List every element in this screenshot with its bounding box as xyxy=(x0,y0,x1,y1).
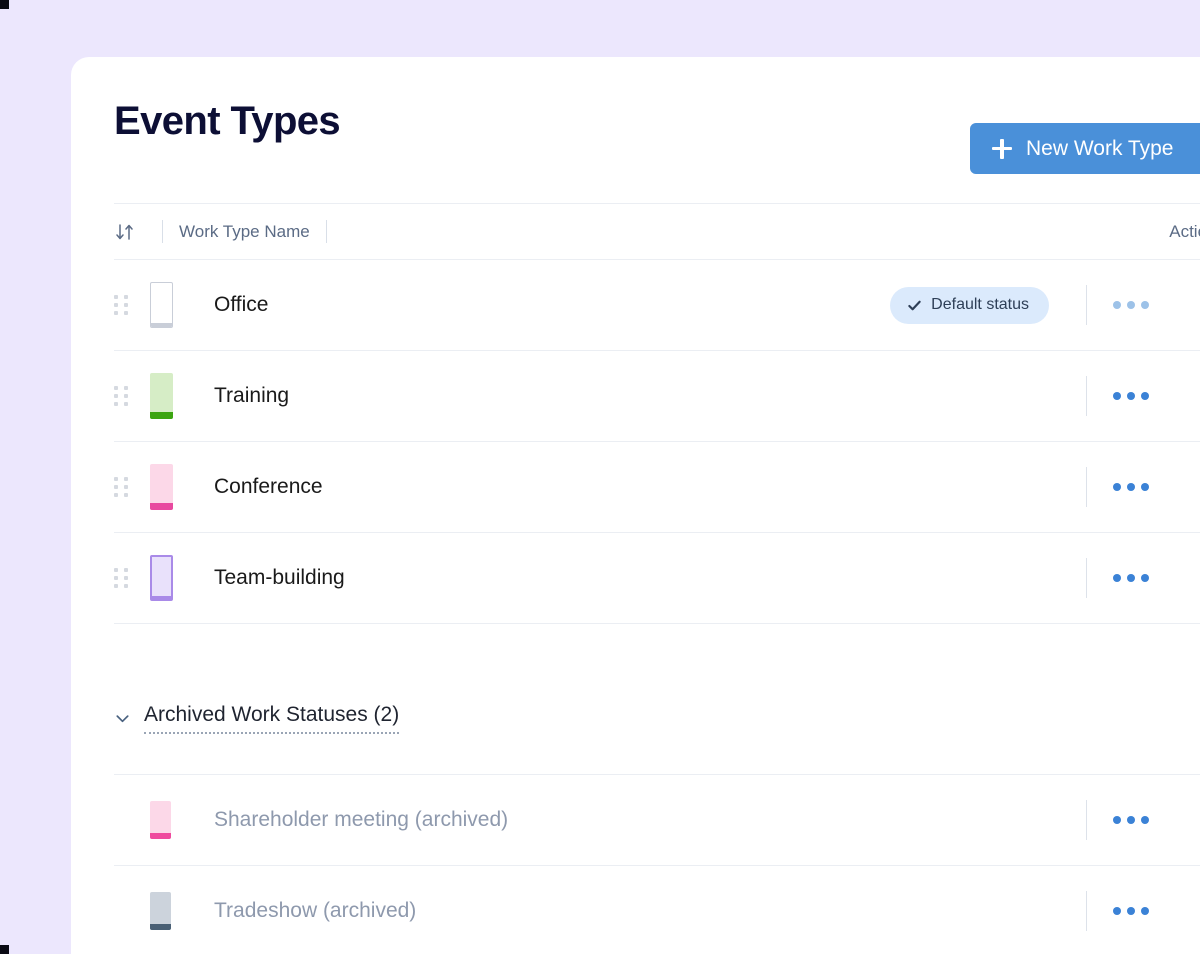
table-row[interactable]: Conference xyxy=(71,442,1200,532)
new-work-type-button-label: New Work Type xyxy=(1026,137,1174,160)
column-header-actions: Actions xyxy=(1169,221,1200,241)
new-work-type-button[interactable]: New Work Type xyxy=(970,123,1200,174)
drag-handle[interactable] xyxy=(114,477,150,497)
work-type-name: Conference xyxy=(214,475,323,498)
sort-icon xyxy=(116,223,133,240)
header-divider-2 xyxy=(325,220,327,243)
color-swatch-cell xyxy=(150,464,214,510)
color-swatch-cell xyxy=(150,801,214,839)
actions-cell xyxy=(1086,891,1200,931)
color-swatch-cell xyxy=(150,555,214,601)
color-swatch-cell xyxy=(150,892,214,930)
actions-cell xyxy=(1086,800,1200,840)
status-badge: Default status xyxy=(890,286,1049,324)
page-title: Event Types xyxy=(114,99,341,143)
work-type-name: Tradeshow (archived) xyxy=(214,899,417,922)
color-swatch-cell xyxy=(150,282,214,328)
actions-cell xyxy=(1086,376,1200,416)
actions-divider xyxy=(1086,376,1087,416)
table-row[interactable]: Tradeshow (archived) xyxy=(71,866,1200,954)
row-actions-button[interactable] xyxy=(1113,568,1149,588)
row-actions-button[interactable] xyxy=(1113,901,1149,921)
color-swatch xyxy=(150,555,173,601)
event-types-card: Event Types New Work Type Work Type Name xyxy=(71,57,1200,954)
actions-divider xyxy=(1086,891,1087,931)
actions-divider xyxy=(1086,285,1087,325)
table-row[interactable]: Training xyxy=(71,351,1200,441)
color-swatch xyxy=(150,373,173,419)
work-type-name: Team-building xyxy=(214,566,345,589)
chevron-down-icon xyxy=(116,714,129,722)
drag-handle[interactable] xyxy=(114,295,150,315)
actions-divider xyxy=(1086,467,1087,507)
work-type-name: Training xyxy=(214,384,290,407)
table-row[interactable]: Team-building xyxy=(71,533,1200,623)
table-row[interactable]: Shareholder meeting (archived) xyxy=(71,775,1200,865)
work-type-name: Office xyxy=(214,293,269,316)
drag-handle[interactable] xyxy=(114,568,150,588)
column-header-name[interactable]: Work Type Name xyxy=(163,222,326,242)
color-swatch-cell xyxy=(150,373,214,419)
corner-mark-top-left xyxy=(0,0,9,9)
row-actions-button[interactable] xyxy=(1113,295,1149,315)
color-swatch xyxy=(150,282,173,328)
row-actions-button[interactable] xyxy=(1113,810,1149,830)
plus-icon xyxy=(992,138,1012,159)
status-badge-label: Default status xyxy=(931,296,1029,313)
actions-divider xyxy=(1086,800,1087,840)
archived-section-title[interactable]: Archived Work Statuses (2) xyxy=(144,703,400,734)
corner-mark-bottom-left xyxy=(0,945,9,954)
table-header-row: Work Type Name Actions xyxy=(71,204,1200,259)
drag-handle[interactable] xyxy=(114,386,150,406)
page-header: Event Types New Work Type xyxy=(71,57,1200,203)
row-divider xyxy=(114,623,1200,624)
work-type-name: Shareholder meeting (archived) xyxy=(214,808,509,831)
color-swatch xyxy=(150,464,173,510)
row-actions-button[interactable] xyxy=(1113,477,1149,497)
row-actions-button[interactable] xyxy=(1113,386,1149,406)
work-types-table: Work Type Name Actions Office xyxy=(71,203,1200,954)
archived-section-header[interactable]: Archived Work Statuses (2) xyxy=(71,690,1200,746)
actions-divider xyxy=(1086,558,1087,598)
sort-toggle-button[interactable] xyxy=(114,221,162,243)
table-row[interactable]: Office Default status xyxy=(71,260,1200,350)
color-swatch xyxy=(150,801,171,839)
actions-cell xyxy=(1086,467,1200,507)
actions-cell xyxy=(1086,285,1200,325)
actions-cell xyxy=(1086,558,1200,598)
check-icon xyxy=(908,300,921,310)
color-swatch xyxy=(150,892,171,930)
